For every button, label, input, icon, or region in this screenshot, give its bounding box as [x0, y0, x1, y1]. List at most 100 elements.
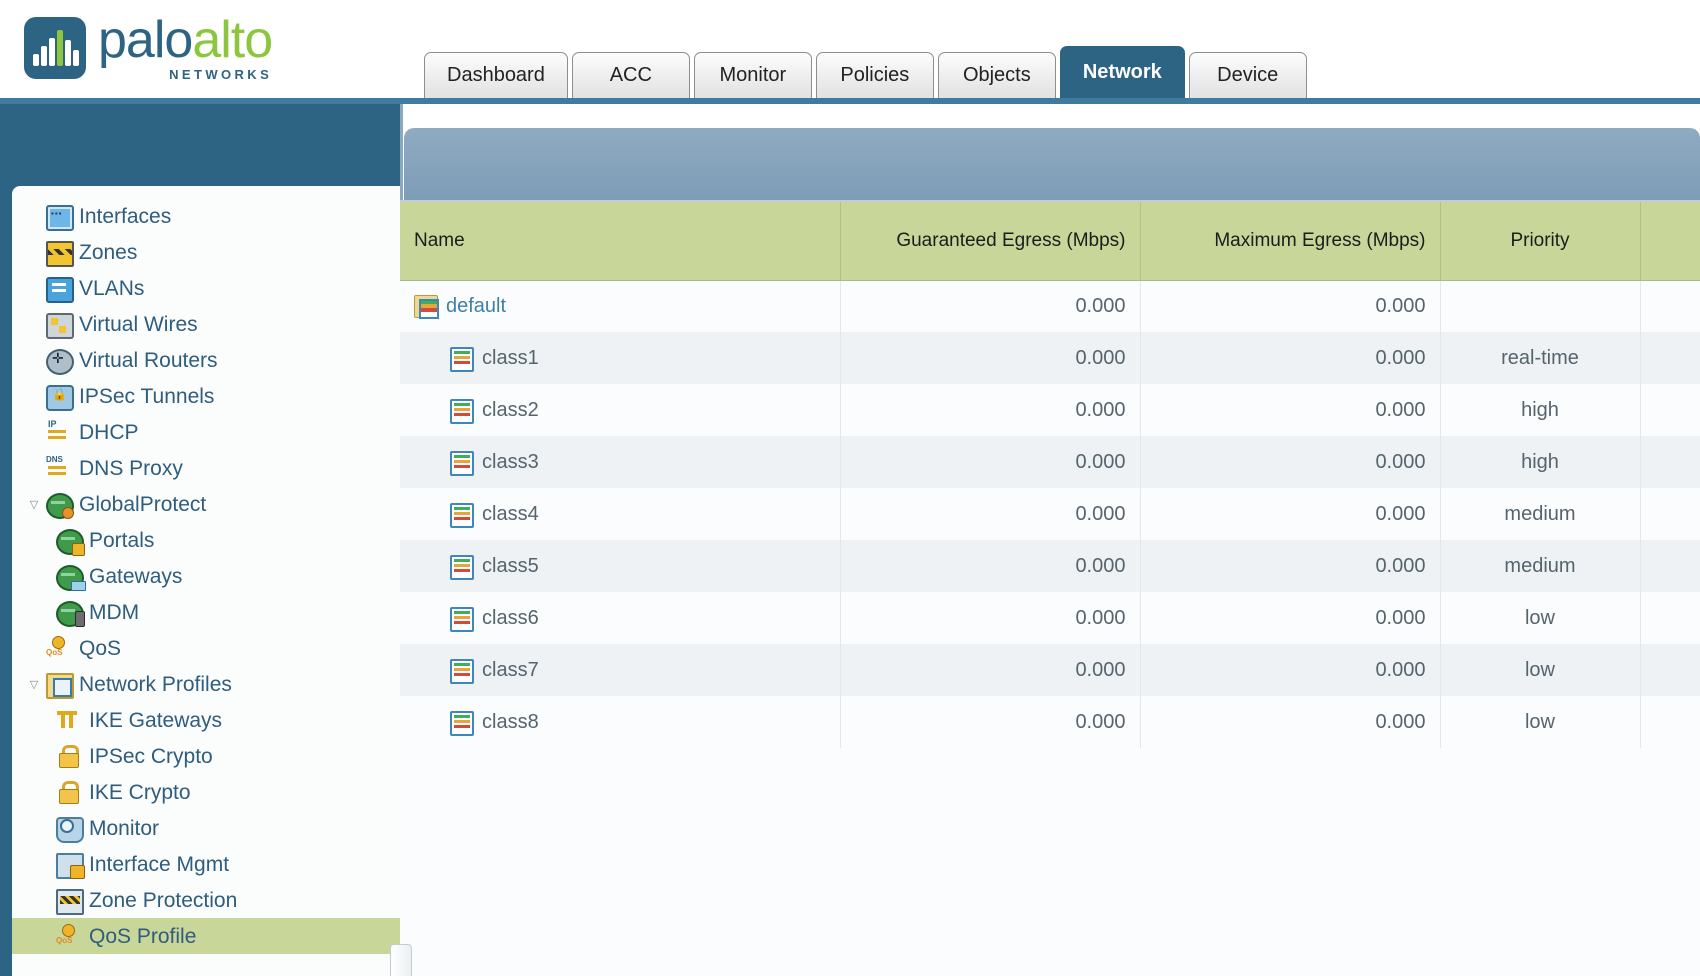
virtual-wires-icon [46, 312, 72, 336]
sidebar-item-dns-proxy[interactable]: DNS Proxy [12, 450, 400, 486]
sidebar-item-zones[interactable]: Zones [12, 234, 400, 270]
sidebar-item-network-profiles[interactable]: ▽Network Profiles [12, 666, 400, 702]
sidebar-item-virtual-routers[interactable]: Virtual Routers [12, 342, 400, 378]
cell-extra [1640, 280, 1700, 332]
table-header-row: NameGuaranteed Egress (Mbps)Maximum Egre… [400, 202, 1700, 280]
dns-proxy-icon [46, 456, 72, 480]
cell-guaranteed-egress: 0.000 [840, 332, 1140, 384]
top-bar: paloalto NETWORKS DashboardACCMonitorPol… [0, 0, 1700, 104]
row-name-label: class7 [482, 659, 539, 682]
sidebar-item-interfaces[interactable]: Interfaces [12, 198, 400, 234]
sidebar-item-label: DHCP [79, 422, 139, 443]
sidebar-item-ike-crypto[interactable]: IKE Crypto [12, 774, 400, 810]
qos-class-icon [450, 346, 472, 370]
brand-tagline: NETWORKS [98, 68, 272, 81]
cell-extra [1640, 644, 1700, 696]
table-row[interactable]: class70.0000.000low [400, 644, 1700, 696]
table-row[interactable]: class60.0000.000low [400, 592, 1700, 644]
cell-name[interactable]: class3 [400, 436, 840, 488]
table-row[interactable]: class40.0000.000medium [400, 488, 1700, 540]
sidebar-item-dhcp[interactable]: DHCP [12, 414, 400, 450]
column-header-guaranteed-egress-mbps[interactable]: Guaranteed Egress (Mbps) [840, 202, 1140, 280]
sidebar-item-ipsec-crypto[interactable]: IPSec Crypto [12, 738, 400, 774]
sidebar-collapse-handle[interactable] [390, 944, 412, 976]
sidebar-item-virtual-wires[interactable]: Virtual Wires [12, 306, 400, 342]
cell-guaranteed-egress: 0.000 [840, 436, 1140, 488]
qos-class-icon [450, 450, 472, 474]
sidebar-item-gateways[interactable]: Gateways [12, 558, 400, 594]
table-row[interactable]: class80.0000.000low [400, 696, 1700, 748]
table-row[interactable]: class20.0000.000high [400, 384, 1700, 436]
tab-policies[interactable]: Policies [816, 52, 934, 98]
qos-profile-table: NameGuaranteed Egress (Mbps)Maximum Egre… [400, 202, 1700, 748]
row-name-label: class6 [482, 607, 539, 630]
column-header-blank[interactable] [1640, 202, 1700, 280]
sidebar-item-monitor[interactable]: Monitor [12, 810, 400, 846]
cell-name[interactable]: class8 [400, 696, 840, 748]
table-row[interactable]: class50.0000.000medium [400, 540, 1700, 592]
cell-maximum-egress: 0.000 [1140, 644, 1440, 696]
cell-name[interactable]: class2 [400, 384, 840, 436]
sidebar-item-label: MDM [89, 602, 139, 623]
sidebar-item-label: IPSec Crypto [89, 746, 213, 767]
cell-extra [1640, 592, 1700, 644]
table-toolbar[interactable] [404, 128, 1700, 200]
cell-guaranteed-egress: 0.000 [840, 592, 1140, 644]
tab-monitor[interactable]: Monitor [694, 52, 812, 98]
brand-wordmark: paloalto NETWORKS [98, 14, 272, 81]
expand-twisty-icon[interactable]: ▽ [22, 678, 46, 691]
sidebar-item-label: Virtual Routers [79, 350, 218, 371]
sidebar-item-qos-profile[interactable]: QoS Profile [12, 918, 400, 954]
sidebar-item-ike-gateways[interactable]: IKE Gateways [12, 702, 400, 738]
sidebar-item-mdm[interactable]: MDM [12, 594, 400, 630]
sidebar-item-label: VLANs [79, 278, 144, 299]
sidebar-item-label: Virtual Wires [79, 314, 198, 335]
qos-class-icon [450, 710, 472, 734]
sidebar-item-interface-mgmt[interactable]: Interface Mgmt [12, 846, 400, 882]
interfaces-icon [46, 204, 72, 228]
tab-acc[interactable]: ACC [572, 52, 690, 98]
table-row[interactable]: default0.0000.000 [400, 280, 1700, 332]
table-row[interactable]: class10.0000.000real-time [400, 332, 1700, 384]
sidebar-item-label: DNS Proxy [79, 458, 183, 479]
table-row[interactable]: class30.0000.000high [400, 436, 1700, 488]
tab-network[interactable]: Network [1060, 46, 1185, 98]
sidebar-item-portals[interactable]: Portals [12, 522, 400, 558]
column-header-name[interactable]: Name [400, 202, 840, 280]
qos-class-icon [450, 658, 472, 682]
cell-name[interactable]: class4 [400, 488, 840, 540]
cell-extra [1640, 696, 1700, 748]
cell-maximum-egress: 0.000 [1140, 540, 1440, 592]
sidebar-item-label: Interfaces [79, 206, 171, 227]
sidebar-item-label: IKE Gateways [89, 710, 222, 731]
cell-name[interactable]: class6 [400, 592, 840, 644]
table-container: NameGuaranteed Egress (Mbps)Maximum Egre… [400, 200, 1700, 976]
column-header-priority[interactable]: Priority [1440, 202, 1640, 280]
sidebar-item-label: Gateways [89, 566, 182, 587]
cell-name[interactable]: default [400, 280, 840, 332]
tab-objects[interactable]: Objects [938, 52, 1056, 98]
cell-name[interactable]: class1 [400, 332, 840, 384]
main-content: NameGuaranteed Egress (Mbps)Maximum Egre… [400, 104, 1700, 976]
sidebar-item-zone-protection[interactable]: Zone Protection [12, 882, 400, 918]
globalprotect-icon [46, 492, 72, 516]
brand-name-part1: palo [98, 11, 192, 69]
cell-name[interactable]: class7 [400, 644, 840, 696]
gateways-icon [56, 564, 82, 588]
tab-dashboard[interactable]: Dashboard [424, 52, 568, 98]
expand-twisty-icon[interactable]: ▽ [22, 498, 46, 511]
row-name-label[interactable]: default [446, 295, 506, 318]
column-header-maximum-egress-mbps[interactable]: Maximum Egress (Mbps) [1140, 202, 1440, 280]
sidebar-item-vlans[interactable]: VLANs [12, 270, 400, 306]
tab-device[interactable]: Device [1189, 52, 1307, 98]
sidebar-item-qos[interactable]: QoS [12, 630, 400, 666]
cell-guaranteed-egress: 0.000 [840, 384, 1140, 436]
sidebar-item-label: Interface Mgmt [89, 854, 229, 875]
sidebar-item-ipsec-tunnels[interactable]: IPSec Tunnels [12, 378, 400, 414]
main-tab-bar: DashboardACCMonitorPoliciesObjectsNetwor… [424, 46, 1311, 98]
row-name-label: class5 [482, 555, 539, 578]
sidebar-item-globalprotect[interactable]: ▽GlobalProtect [12, 486, 400, 522]
cell-name[interactable]: class5 [400, 540, 840, 592]
cell-priority [1440, 280, 1640, 332]
ike-gateways-icon [56, 708, 82, 732]
